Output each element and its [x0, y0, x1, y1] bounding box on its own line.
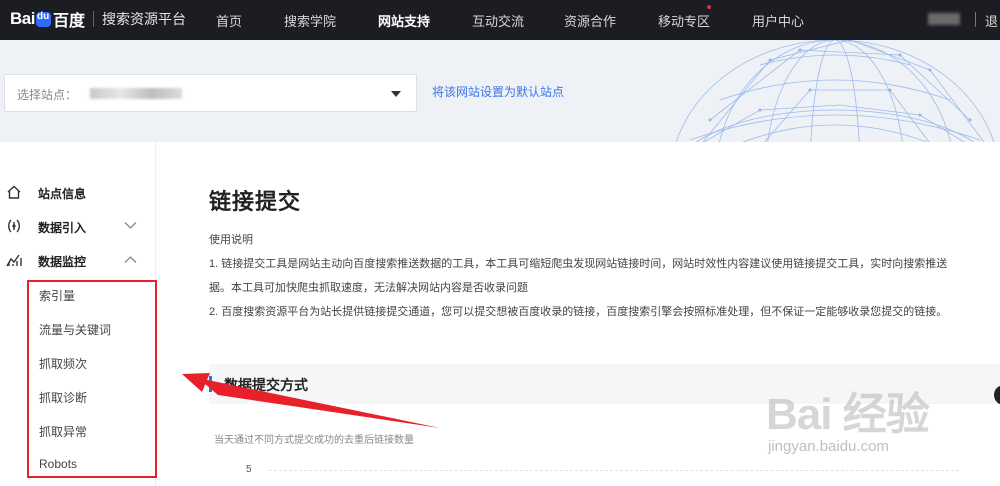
- sidebar-item-label: 数据监控: [38, 255, 87, 269]
- chevron-up-icon[interactable]: [124, 255, 137, 264]
- baidu-jingyan-watermark: Bai 经验 jingyan.baidu.com: [766, 370, 996, 486]
- usage-heading: 使用说明: [209, 234, 253, 246]
- sidebar-item-site-info[interactable]: 站点信息: [0, 177, 156, 207]
- watermark-text: Bai 经验: [766, 390, 930, 439]
- highlight-annotation-box: [27, 280, 157, 478]
- sidebar-item-label: 站点信息: [38, 187, 87, 201]
- chart-monitor-icon: [6, 254, 22, 267]
- sidebar-item-data-monitor[interactable]: 数据监控: [0, 245, 156, 275]
- baidu-logo[interactable]: Bai 百度 搜索资源平台: [10, 8, 186, 30]
- sidebar-item-data-import[interactable]: 数据引入: [0, 211, 156, 241]
- nav-item-home[interactable]: 首页: [216, 11, 242, 30]
- logout-link[interactable]: 退: [985, 11, 998, 30]
- site-select-label: 选择站点：: [17, 88, 78, 102]
- set-default-site-link[interactable]: 将该网站设置为默认站点: [432, 83, 564, 100]
- chevron-down-icon[interactable]: [124, 221, 137, 230]
- nav-item-site-support[interactable]: 网站支持: [378, 11, 430, 30]
- username-blurred[interactable]: [928, 13, 960, 25]
- nav-item-resource-cooperation[interactable]: 资源合作: [564, 11, 616, 30]
- site-select-value-blurred: [90, 88, 182, 99]
- globe-decoration-icon: [675, 40, 995, 142]
- page-title: 链接提交: [209, 189, 302, 214]
- usage-line: 据。本工具可加快爬虫抓取速度，无法解决网站内容是否收录问题: [209, 282, 528, 294]
- usage-line: 2. 百度搜索资源平台为站长提供链接提交通道，您可以提交想被百度收录的链接，百度…: [209, 306, 948, 318]
- sidebar: 站点信息 数据引入 数据监控 索引量 流量与关键词 抓取频次 抓取诊断 抓取异常…: [0, 142, 157, 486]
- sidebar-item-label: 数据引入: [38, 221, 87, 235]
- logo-text-cn: 百度: [52, 13, 85, 30]
- chart-y-tick: 5: [246, 464, 252, 475]
- nav-divider: [975, 12, 976, 27]
- usage-line: 1. 链接提交工具是网站主动向百度搜索推送数据的工具，本工具可缩短爬虫发现网站链…: [209, 258, 948, 270]
- caret-down-icon[interactable]: [391, 91, 401, 97]
- paw-icon: [35, 11, 51, 27]
- nav-item-interaction[interactable]: 互动交流: [472, 11, 524, 30]
- notification-dot: [707, 5, 711, 9]
- logo-text: Bai: [10, 9, 35, 28]
- nav-item-user-center[interactable]: 用户中心: [752, 11, 804, 30]
- watermark-url: jingyan.baidu.com: [768, 438, 889, 455]
- data-import-icon: [8, 219, 20, 233]
- annotation-arrow-icon: [182, 373, 440, 428]
- site-select-dropdown[interactable]: 选择站点：: [4, 74, 417, 112]
- platform-name: 搜索资源平台: [101, 11, 186, 27]
- site-banner: 选择站点： 将该网站设置为默认站点: [0, 40, 1000, 142]
- home-icon: [7, 185, 21, 199]
- nav-item-mobile[interactable]: 移动专区: [658, 11, 710, 30]
- nav-item-academy[interactable]: 搜索学院: [284, 11, 336, 30]
- top-navigation-bar: Bai 百度 搜索资源平台 首页 搜索学院 网站支持 互动交流 资源合作 移动专…: [0, 0, 1000, 40]
- chart-caption: 当天通过不同方式提交成功的去重后链接数量: [214, 435, 414, 446]
- logo-divider: [92, 11, 94, 27]
